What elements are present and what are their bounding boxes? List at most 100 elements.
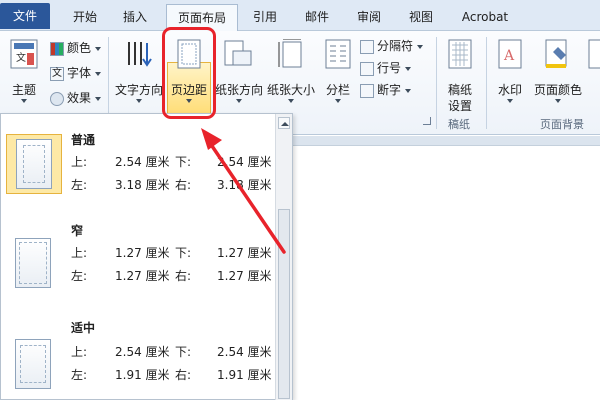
ribbon-tab-bar: 文件 开始 插入 页面布局 引用 邮件 审阅 视图 Acrobat	[0, 0, 600, 32]
margin-preset-moderate[interactable]: 适中 上: 2.54 厘米 下: 2.54 厘米 左: 1.91 厘米 右: 1…	[1, 315, 276, 400]
highlight-ring	[162, 27, 216, 119]
orientation-button[interactable]: 纸张方向	[213, 37, 265, 111]
chevron-down-icon	[236, 99, 242, 103]
dialog-launcher-icon[interactable]	[423, 117, 431, 125]
page-color-label: 页面颜色	[533, 83, 582, 97]
left-label: 左:	[71, 269, 88, 283]
manuscript-settings-button[interactable]: 稿纸 设置	[440, 37, 480, 113]
colors-label: 颜色	[67, 41, 92, 55]
tab-file[interactable]: 文件	[0, 3, 50, 29]
top-value: 2.54 厘米	[115, 155, 170, 169]
fonts-label: 字体	[67, 66, 92, 80]
preset-name: 普通	[71, 133, 96, 147]
columns-button[interactable]: 分栏	[318, 37, 358, 111]
top-value: 2.54 厘米	[115, 345, 170, 359]
top-label: 上:	[71, 155, 88, 169]
size-button[interactable]: 纸张大小	[265, 37, 317, 111]
text-direction-button[interactable]: 文字方向	[113, 37, 165, 111]
tab-review[interactable]: 审阅	[346, 4, 392, 31]
bottom-label: 下:	[175, 345, 192, 359]
text-direction-icon	[128, 42, 152, 67]
margins-dropdown: 普通 上: 2.54 厘米 下: 2.54 厘米 左: 3.18 厘米 右: 3…	[0, 113, 293, 400]
chevron-down-icon	[136, 99, 142, 103]
page-icon	[16, 139, 52, 189]
size-label: 纸张大小	[266, 83, 315, 97]
chevron-down-icon	[555, 99, 561, 103]
svg-text:文: 文	[16, 51, 26, 64]
right-value: 1.27 厘米	[217, 269, 272, 283]
themes-label: 主题	[11, 83, 36, 97]
chevron-down-icon	[95, 96, 102, 101]
chevron-down-icon	[21, 99, 27, 103]
group-divider	[436, 37, 437, 129]
line-numbers-icon	[360, 61, 374, 76]
themes-icon: 文	[10, 39, 38, 69]
hyphenation-button[interactable]: 断字	[360, 79, 412, 101]
tab-view[interactable]: 视图	[398, 4, 444, 31]
preset-thumbnail	[6, 329, 62, 389]
tab-mailings[interactable]: 邮件	[294, 4, 340, 31]
page-icon	[15, 238, 51, 288]
breaks-button[interactable]: 分隔符	[360, 35, 424, 57]
scroll-up-button[interactable]	[278, 117, 290, 129]
left-value: 3.18 厘米	[115, 178, 170, 192]
bottom-value: 2.54 厘米	[217, 345, 272, 359]
bottom-label: 下:	[175, 246, 192, 260]
left-value: 1.91 厘米	[115, 368, 170, 382]
watermark-button[interactable]: A 水印	[490, 37, 530, 111]
breaks-label: 分隔符	[377, 39, 414, 53]
right-label: 右:	[175, 269, 192, 283]
preset-thumbnail	[6, 228, 62, 288]
hyphenation-label: 断字	[377, 83, 402, 97]
columns-icon	[325, 39, 351, 69]
top-label: 上:	[71, 345, 88, 359]
svg-text:A: A	[503, 48, 515, 64]
top-label: 上:	[71, 246, 88, 260]
preset-name: 窄	[71, 224, 84, 238]
manuscript-label: 稿纸	[447, 83, 472, 97]
preset-name: 适中	[71, 321, 96, 335]
dropdown-scrollbar[interactable]	[275, 114, 292, 400]
page-size-icon	[278, 39, 302, 68]
tab-insert[interactable]: 插入	[112, 4, 158, 31]
page-icon	[15, 339, 51, 389]
margin-preset-normal[interactable]: 普通 上: 2.54 厘米 下: 2.54 厘米 左: 3.18 厘米 右: 3…	[1, 128, 276, 224]
left-value: 1.27 厘米	[115, 269, 170, 283]
hyphenation-icon	[360, 83, 374, 98]
watermark-icon: A	[498, 39, 522, 69]
tab-home[interactable]: 开始	[62, 4, 108, 31]
chevron-down-icon	[95, 71, 102, 76]
breaks-icon	[360, 39, 374, 54]
chevron-up-icon	[281, 122, 289, 126]
line-numbers-label: 行号	[377, 61, 402, 75]
colors-button[interactable]: 颜色	[50, 37, 102, 59]
page-color-button[interactable]: 页面颜色	[532, 37, 584, 111]
right-label: 右:	[175, 368, 192, 382]
bottom-value: 2.54 厘米	[217, 155, 272, 169]
chevron-down-icon	[417, 44, 424, 49]
text-direction-label: 文字方向	[114, 83, 163, 97]
top-value: 1.27 厘米	[115, 246, 170, 260]
chevron-down-icon	[405, 66, 412, 71]
page-borders-button[interactable]	[586, 37, 600, 111]
right-value: 1.91 厘米	[217, 368, 272, 382]
page-borders-icon	[588, 39, 600, 69]
group-divider	[486, 37, 487, 129]
watermark-label: 水印	[497, 83, 522, 97]
scrollbar-thumb[interactable]	[278, 209, 290, 399]
fonts-icon: 文	[50, 66, 64, 81]
manuscript-group-label: 稿纸	[448, 118, 470, 131]
chevron-down-icon	[405, 88, 412, 93]
left-label: 左:	[71, 368, 88, 382]
tab-references[interactable]: 引用	[242, 4, 288, 31]
themes-button[interactable]: 文 主题	[4, 37, 44, 111]
margin-preset-narrow[interactable]: 窄 上: 1.27 厘米 下: 1.27 厘米 左: 1.27 厘米 右: 1.…	[1, 222, 276, 318]
tab-acrobat[interactable]: Acrobat	[452, 4, 518, 31]
colors-icon	[50, 41, 64, 56]
bottom-label: 下:	[175, 155, 192, 169]
line-numbers-button[interactable]: 行号	[360, 57, 412, 79]
orientation-icon	[224, 40, 252, 66]
effects-button[interactable]: 效果	[50, 87, 102, 109]
document-ruler-strip	[292, 136, 600, 146]
fonts-button[interactable]: 文字体	[50, 62, 102, 84]
